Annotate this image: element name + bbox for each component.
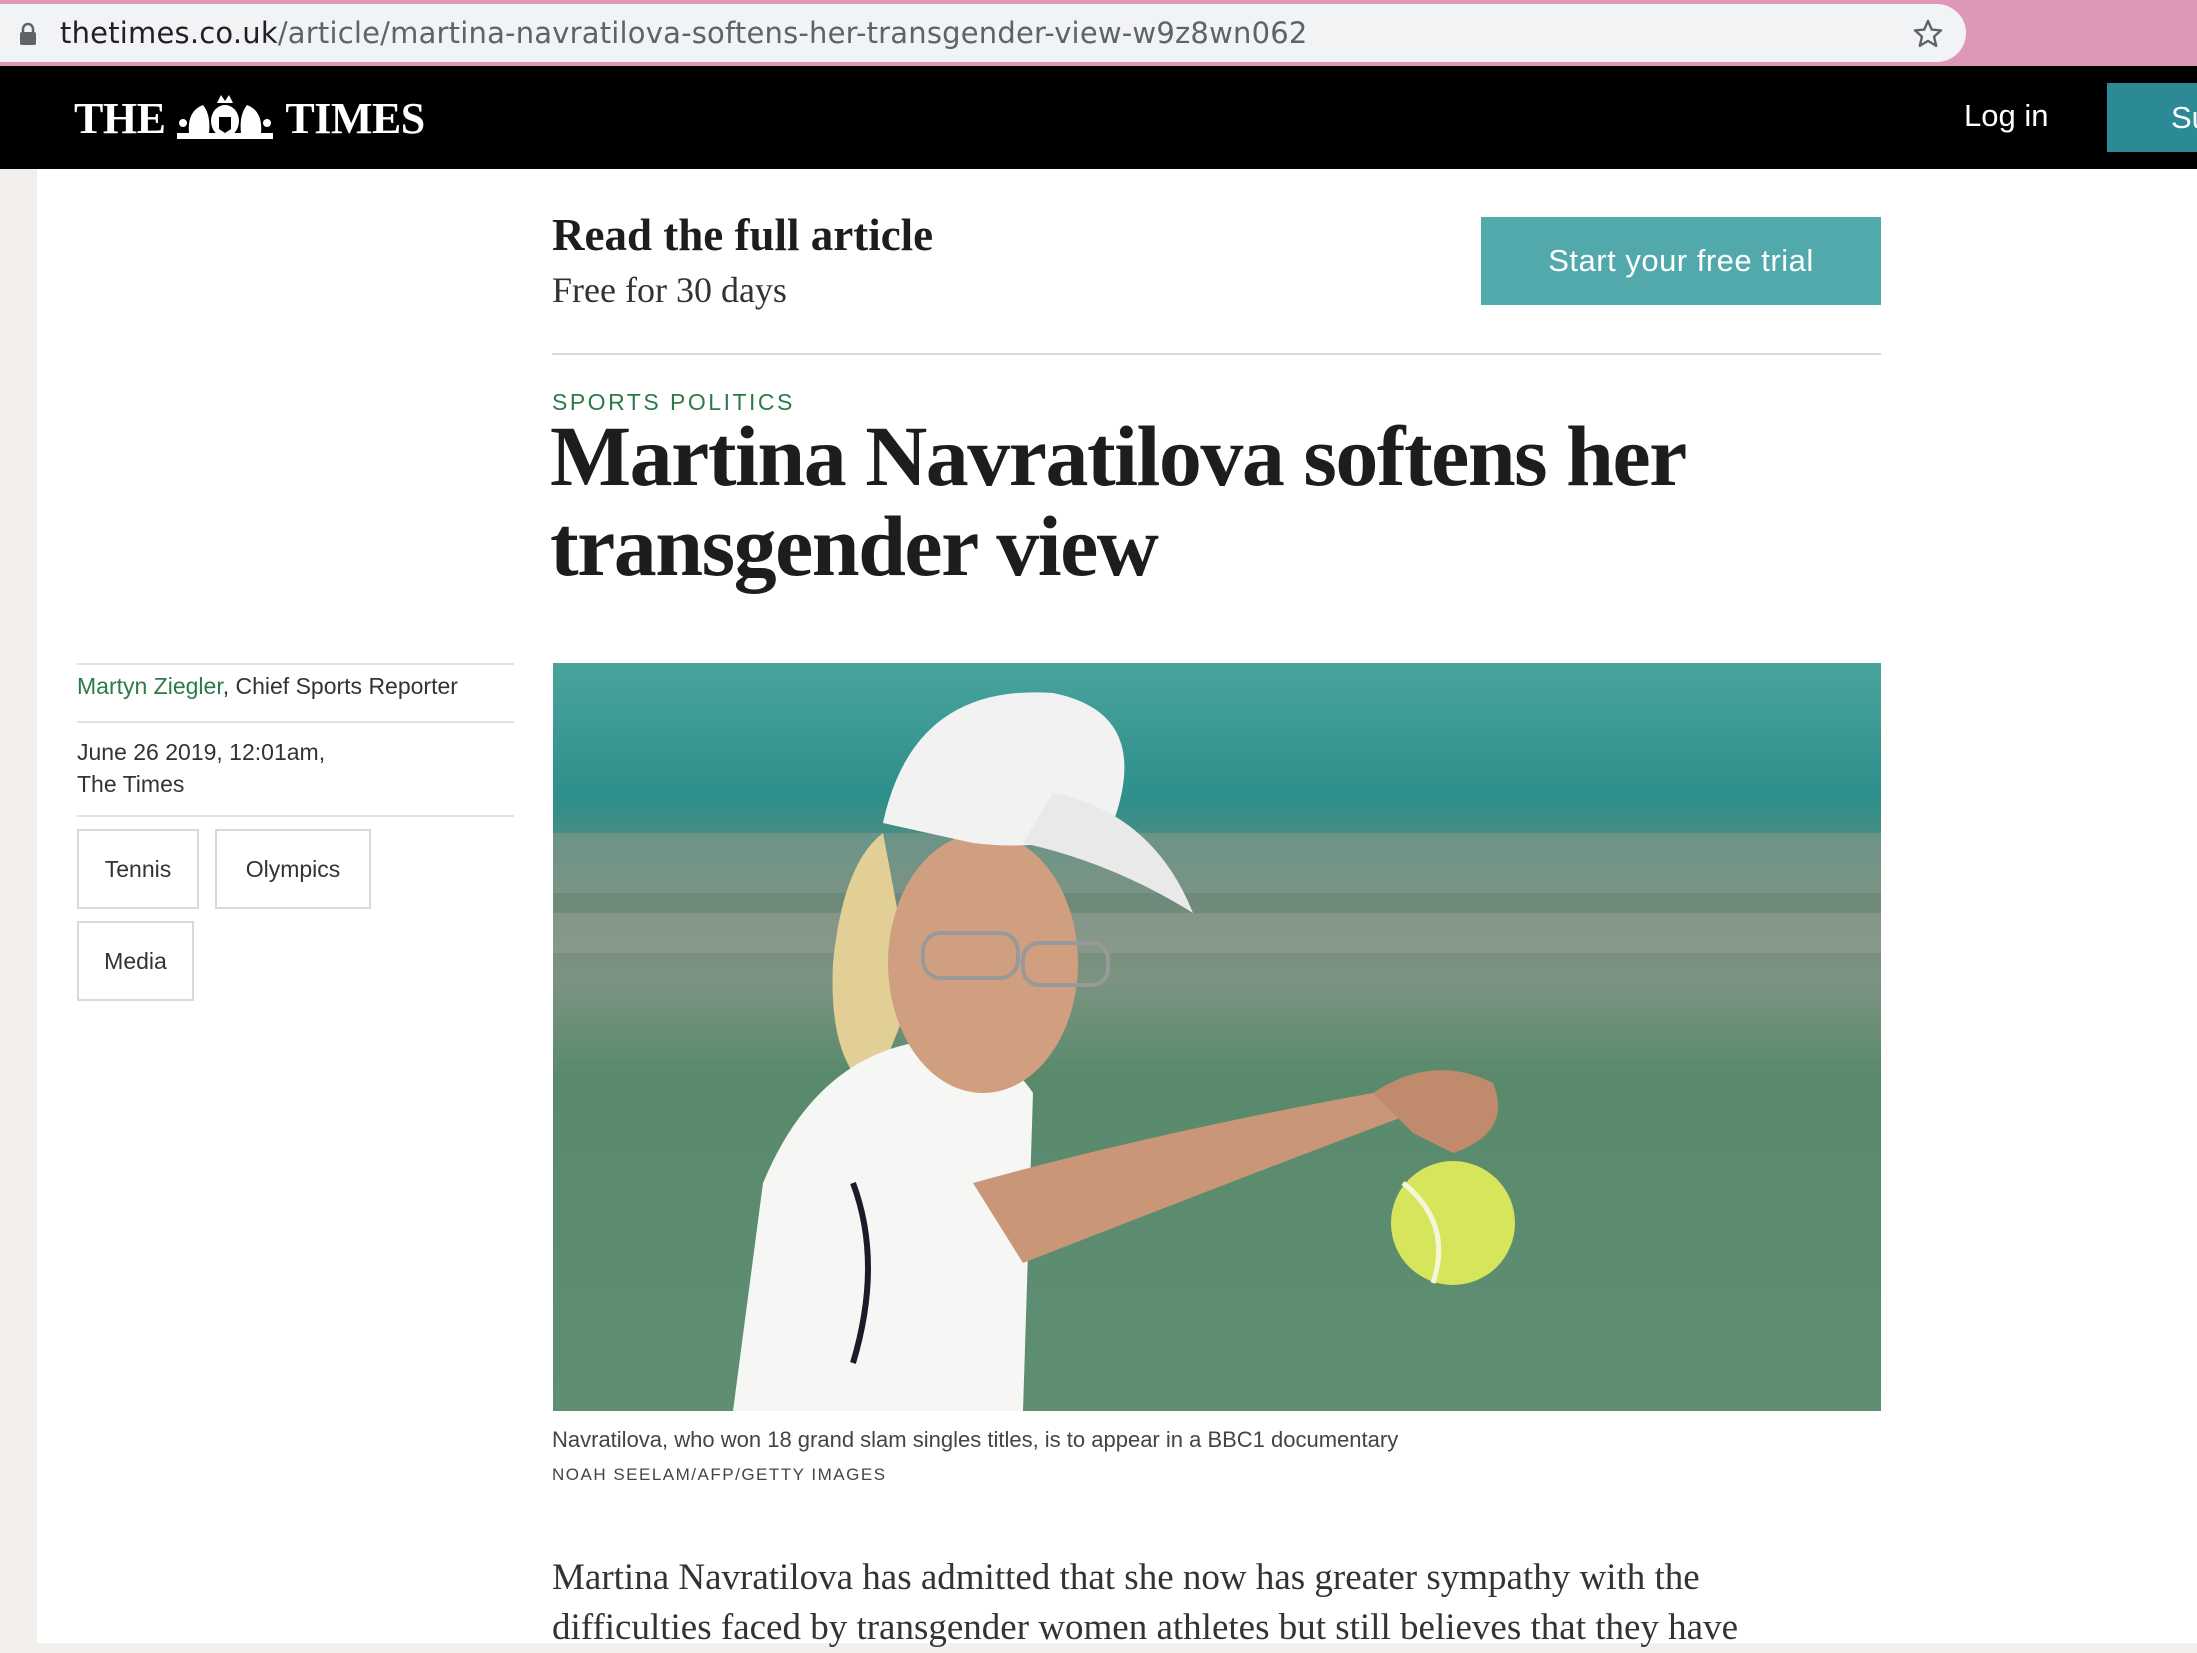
author-role: , Chief Sports Reporter [222, 673, 458, 699]
article-body: Martina Navratilova has admitted that sh… [552, 1553, 1892, 1653]
publish-date: June 26 2019, 12:01am, [77, 739, 326, 765]
divider [77, 721, 514, 723]
address-bar[interactable]: thetimes.co.uk/article/martina-navratilo… [0, 4, 1966, 62]
tag-tennis[interactable]: Tennis [77, 829, 199, 909]
divider [77, 663, 514, 665]
publication-name: The Times [77, 771, 185, 797]
divider [552, 353, 1881, 355]
author-link[interactable]: Martyn Ziegler [77, 673, 223, 699]
logo-text-times: TIMES [285, 93, 425, 143]
bookmark-star-icon[interactable] [1912, 18, 1944, 50]
royal-crest-icon [177, 95, 274, 139]
photo-caption: Navratilova, who won 18 grand slam singl… [552, 1427, 1399, 1452]
subscribe-button[interactable]: Su [2107, 83, 2197, 152]
tag-olympics[interactable]: Olympics [215, 829, 371, 909]
byline: Martyn Ziegler, Chief Sports Reporter [77, 673, 458, 700]
times-logo[interactable]: THE TIMES [74, 90, 425, 146]
login-link[interactable]: Log in [1964, 96, 2048, 136]
url-host: thetimes.co.uk [60, 16, 278, 50]
article-headline: Martina Navratilova softens her transgen… [550, 408, 1686, 594]
site-header: THE TIMES Log in Su [0, 66, 2197, 169]
lock-icon[interactable] [18, 22, 38, 46]
body-paragraph-line: difficulties faced by transgender women … [552, 1607, 1739, 1648]
tag-media[interactable]: Media [77, 921, 194, 1001]
url-text[interactable]: thetimes.co.uk/article/martina-navratilo… [60, 15, 1308, 51]
article-photo[interactable] [553, 663, 1881, 1411]
paywall-subtitle: Free for 30 days [552, 270, 787, 310]
start-free-trial-button[interactable]: Start your free trial [1481, 217, 1881, 305]
dateline: June 26 2019, 12:01am, The Times [77, 736, 325, 800]
divider [77, 815, 514, 817]
article-page: Read the full article Free for 30 days S… [37, 169, 2197, 1648]
browser-chrome: thetimes.co.uk/article/martina-navratilo… [0, 0, 2197, 66]
body-paragraph-line: Martina Navratilova has admitted that sh… [552, 1557, 1700, 1598]
url-path: /article/martina-navratilova-softens-her… [277, 16, 1308, 50]
logo-text-the: THE [74, 93, 166, 143]
paywall-title: Read the full article [552, 210, 934, 260]
photo-credit: NOAH SEELAM/AFP/GETTY IMAGES [552, 1465, 887, 1484]
